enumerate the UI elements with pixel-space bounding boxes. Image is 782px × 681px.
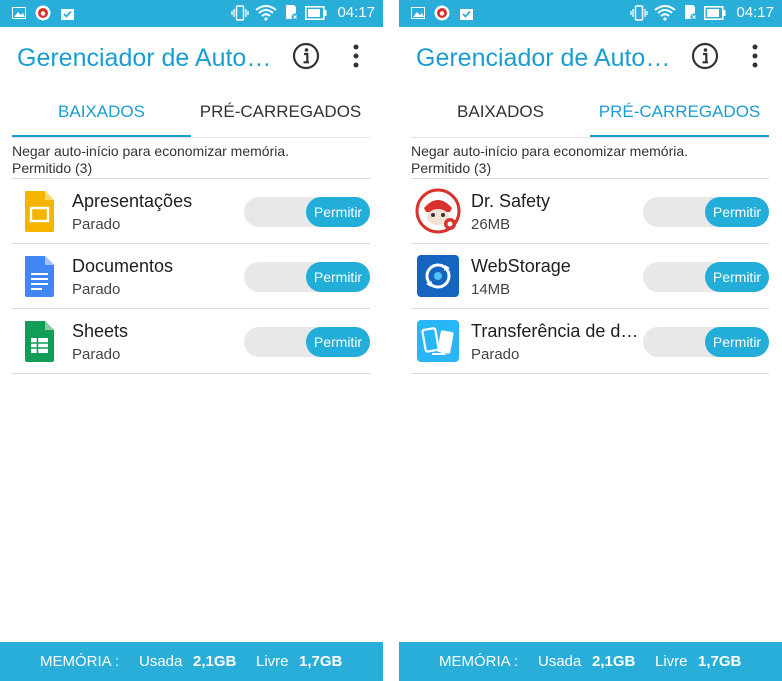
status-time: 04:17	[736, 4, 774, 21]
group-label: Permitido (3)	[411, 160, 492, 176]
vibrate-icon	[630, 4, 649, 21]
free-label: Livre	[256, 653, 289, 670]
tab-baixados-label: BAIXADOS	[457, 102, 544, 121]
sd-card-icon	[286, 5, 299, 21]
more-vert-icon[interactable]	[748, 43, 762, 71]
app-notification-icon	[434, 5, 450, 21]
allow-toggle[interactable]: Permitir	[244, 262, 370, 292]
wifi-icon	[654, 4, 677, 21]
dr-safety-icon	[415, 188, 461, 234]
app-bar: Gerenciador de Auto…	[0, 27, 383, 89]
used-value: 2,1GB	[592, 653, 636, 670]
google-sheets-icon	[25, 321, 54, 362]
allow-toggle[interactable]: Permitir	[643, 262, 769, 292]
tab-pre-carregados[interactable]: PRÉ-CARREGADOS	[191, 89, 370, 137]
toggle-label: Permitir	[705, 262, 769, 292]
sd-card-icon	[685, 5, 698, 21]
app-title: Gerenciador de Auto…	[416, 44, 671, 72]
tab-pre-carregados-label: PRÉ-CARREGADOS	[199, 102, 362, 121]
app-title: Gerenciador de Auto…	[17, 44, 272, 72]
google-docs-icon	[25, 256, 54, 297]
app-name: Transferência de d…	[471, 321, 639, 341]
tab-pre-carregados[interactable]: PRÉ-CARREGADOS	[590, 89, 769, 137]
app-bar: Gerenciador de Auto…	[399, 27, 782, 89]
task-done-icon	[460, 8, 473, 20]
app-status: Parado	[72, 346, 121, 363]
memory-label: MEMÓRIA :	[439, 653, 519, 670]
battery-icon	[305, 5, 327, 20]
toggle-label: Permitir	[705, 197, 769, 227]
allow-toggle[interactable]: Permitir	[643, 327, 769, 357]
battery-icon	[704, 5, 726, 20]
more-vert-icon[interactable]	[349, 43, 363, 71]
used-label: Usada	[139, 653, 183, 670]
list-item[interactable]: WebStorage 14MB Permitir	[411, 244, 769, 309]
group-label: Permitido (3)	[12, 160, 93, 176]
free-label: Livre	[655, 653, 688, 670]
status-bar: 04:17	[399, 0, 782, 27]
info-icon[interactable]	[292, 42, 320, 70]
image-notification-icon	[12, 7, 26, 19]
status-time: 04:17	[337, 4, 375, 21]
toggle-label: Permitir	[705, 327, 769, 357]
screen-preloaded: 04:17 Gerenciador de Auto… BAIXADOS PRÉ-…	[399, 0, 782, 681]
screen-downloaded: 04:17 Gerenciador de Auto… BAIXADOS PRÉ-…	[0, 0, 383, 681]
google-slides-icon	[25, 191, 54, 232]
app-name: Dr. Safety	[471, 191, 551, 211]
tab-baixados-label: BAIXADOS	[58, 102, 145, 121]
app-list: Apresentações Parado Permitir Documentos…	[12, 178, 370, 374]
app-status: 26MB	[471, 216, 511, 233]
free-value: 1,7GB	[698, 653, 742, 670]
info-icon[interactable]	[691, 42, 719, 70]
used-label: Usada	[538, 653, 582, 670]
transfer-icon	[417, 320, 459, 362]
list-item[interactable]: Dr. Safety 26MB Permitir	[411, 179, 769, 244]
tab-indicator	[590, 135, 769, 137]
tab-pre-carregados-label: PRÉ-CARREGADOS	[598, 102, 761, 121]
task-done-icon	[61, 8, 74, 20]
toggle-label: Permitir	[306, 197, 370, 227]
vibrate-icon	[231, 4, 250, 21]
list-item[interactable]: Sheets Parado Permitir	[12, 309, 370, 374]
webstorage-icon	[417, 255, 459, 297]
app-status: 14MB	[471, 281, 511, 298]
tab-bar: BAIXADOS PRÉ-CARREGADOS	[12, 89, 370, 138]
tab-bar: BAIXADOS PRÉ-CARREGADOS	[411, 89, 769, 138]
app-name: Documentos	[72, 256, 174, 276]
image-notification-icon	[411, 7, 425, 19]
toggle-label: Permitir	[306, 327, 370, 357]
list-item[interactable]: Apresentações Parado Permitir	[12, 179, 370, 244]
app-status: Parado	[72, 216, 121, 233]
info-note: Negar auto-início para economizar memóri…	[411, 143, 689, 159]
tab-baixados[interactable]: BAIXADOS	[411, 89, 590, 137]
tab-baixados[interactable]: BAIXADOS	[12, 89, 191, 137]
app-name: WebStorage	[471, 256, 571, 276]
app-list: Dr. Safety 26MB Permitir WebStorage 14MB…	[411, 178, 769, 374]
tab-indicator	[12, 135, 191, 137]
used-value: 2,1GB	[193, 653, 237, 670]
memory-footer: MEMÓRIA : Usada 2,1GB Livre 1,7GB	[0, 642, 383, 681]
allow-toggle[interactable]: Permitir	[244, 197, 370, 227]
app-status: Parado	[471, 346, 520, 363]
app-name: Apresentações	[72, 191, 193, 211]
memory-footer: MEMÓRIA : Usada 2,1GB Livre 1,7GB	[399, 642, 782, 681]
list-item[interactable]: Transferência de d… Parado Permitir	[411, 309, 769, 374]
free-value: 1,7GB	[299, 653, 343, 670]
list-item[interactable]: Documentos Parado Permitir	[12, 244, 370, 309]
app-notification-icon	[35, 5, 51, 21]
toggle-label: Permitir	[306, 262, 370, 292]
app-status: Parado	[72, 281, 121, 298]
info-note: Negar auto-início para economizar memóri…	[12, 143, 290, 159]
allow-toggle[interactable]: Permitir	[244, 327, 370, 357]
app-name: Sheets	[72, 321, 129, 341]
status-bar: 04:17	[0, 0, 383, 27]
memory-label: MEMÓRIA :	[40, 653, 120, 670]
wifi-icon	[255, 4, 278, 21]
allow-toggle[interactable]: Permitir	[643, 197, 769, 227]
